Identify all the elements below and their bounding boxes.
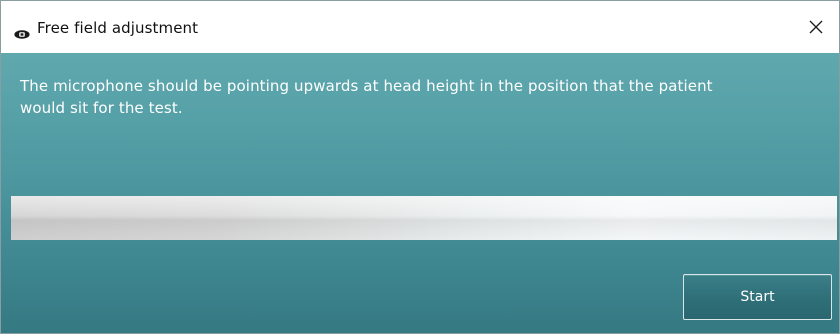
free-field-dialog: Free field adjustment The microphone sho…: [0, 0, 840, 334]
close-button[interactable]: [793, 1, 839, 53]
close-icon: [809, 20, 823, 34]
progress-bar: [11, 196, 837, 240]
instruction-text: The microphone should be pointing upward…: [20, 77, 713, 117]
start-button[interactable]: Start: [683, 274, 832, 320]
speaker-icon: [14, 24, 30, 39]
window-title: Free field adjustment: [37, 19, 199, 37]
title-bar: Free field adjustment: [1, 1, 839, 53]
progress-fill: [11, 196, 837, 240]
dialog-content: The microphone should be pointing upward…: [1, 53, 839, 333]
